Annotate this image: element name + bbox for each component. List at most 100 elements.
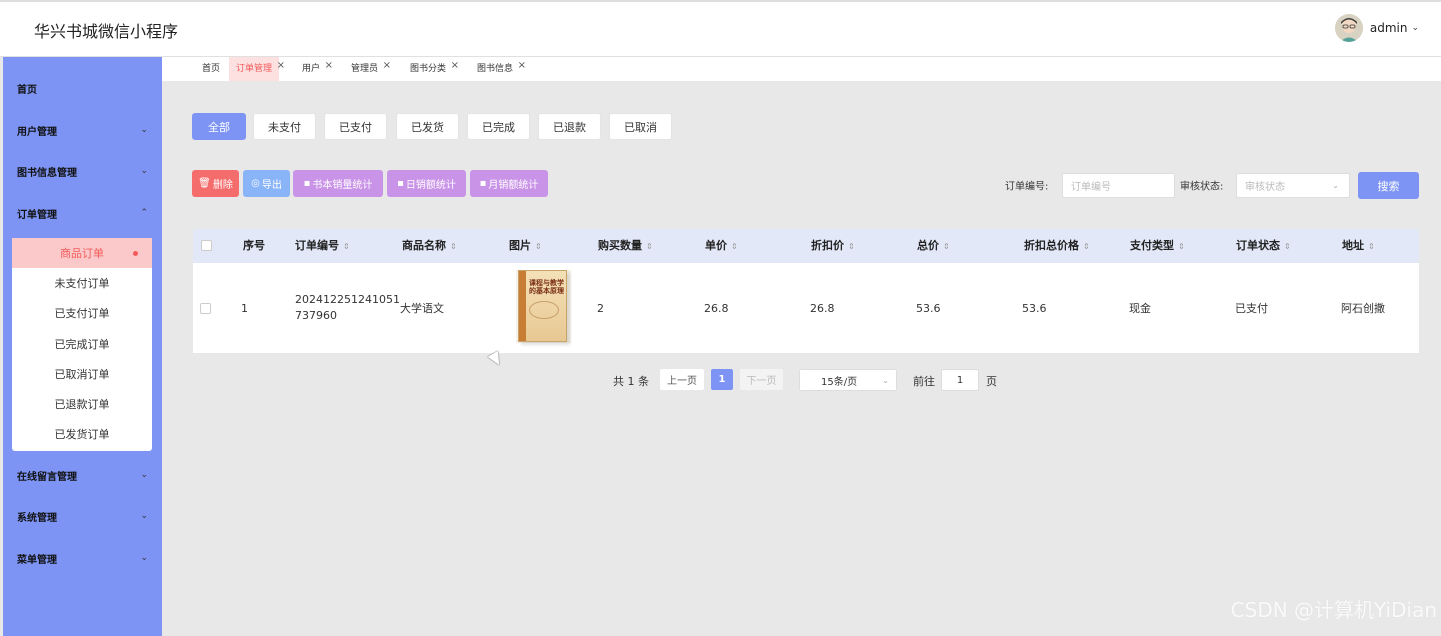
cell-product-name: 大学语文 bbox=[400, 302, 444, 315]
tab-book-info[interactable]: 图书信息 × bbox=[470, 57, 526, 81]
goto-page-input[interactable]: 1 bbox=[941, 369, 979, 391]
user-menu[interactable]: admin ⌄ bbox=[1334, 14, 1419, 42]
column-discount-price[interactable]: 折扣价 ⇕ bbox=[811, 229, 855, 263]
tab-order-management[interactable]: 订单管理 × bbox=[229, 57, 285, 81]
tab-bar: 首页 订单管理 × 用户 × 管理员 × 图书分类 × 图书信息 × bbox=[162, 57, 1441, 81]
bar-chart-icon: ▪ bbox=[303, 178, 311, 189]
sidebar: 首页 用户管理 ⌄ 图书信息管理 ⌄ 订单管理 ⌃ 商品订单 未支付订单 已支付订单 … bbox=[3, 57, 162, 636]
tab-users[interactable]: 用户 × bbox=[295, 57, 333, 81]
sort-icon[interactable]: ⇕ bbox=[343, 242, 350, 251]
order-submenu: 商品订单 未支付订单 已支付订单 已完成订单 已取消订单 已退款订单 已发货订单 bbox=[12, 238, 152, 451]
column-address[interactable]: 地址 ⇕ bbox=[1342, 229, 1375, 263]
order-number-label: 订单编号: bbox=[1005, 181, 1049, 193]
sort-icon[interactable]: ⇕ bbox=[450, 242, 457, 251]
username[interactable]: admin bbox=[1370, 21, 1408, 35]
sort-icon[interactable]: ⇕ bbox=[1083, 242, 1090, 251]
search-button[interactable]: 搜索 bbox=[1358, 172, 1419, 199]
book-sales-stats-button[interactable]: ▪ 书本销量统计 bbox=[293, 170, 383, 197]
status-filter-paid[interactable]: 已支付 bbox=[324, 113, 387, 140]
page-size-select[interactable]: 15条/页 ⌄ bbox=[799, 369, 897, 391]
page-unit-label: 页 bbox=[986, 375, 997, 388]
next-page-button[interactable]: 下一页 bbox=[740, 369, 783, 390]
column-payment-type[interactable]: 支付类型 ⇕ bbox=[1130, 229, 1185, 263]
column-quantity[interactable]: 购买数量 ⇕ bbox=[598, 229, 653, 263]
current-page-button[interactable]: 1 bbox=[711, 369, 733, 390]
cell-total: 53.6 bbox=[916, 302, 941, 315]
sidebar-item-users[interactable]: 用户管理 ⌄ bbox=[3, 116, 162, 144]
review-status-select[interactable]: 审核状态 ⌄ bbox=[1236, 173, 1350, 198]
watermark: CSDN @计算机YiDian bbox=[1230, 598, 1437, 622]
sidebar-item-home[interactable]: 首页 bbox=[3, 74, 162, 102]
chevron-up-icon: ⌃ bbox=[140, 208, 148, 218]
bar-chart-icon: ▪ bbox=[479, 178, 487, 189]
monthly-sales-stats-button[interactable]: ▪ 月销额统计 bbox=[470, 170, 548, 197]
prev-page-button[interactable]: 上一页 bbox=[660, 369, 704, 390]
bar-chart-icon: ▪ bbox=[397, 178, 404, 189]
delete-button[interactable]: 🗑 删除 bbox=[192, 170, 239, 197]
pagination-total: 共 1 条 bbox=[613, 375, 649, 388]
select-all-checkbox[interactable] bbox=[201, 240, 212, 251]
column-total[interactable]: 总价 ⇕ bbox=[917, 229, 950, 263]
chevron-down-icon: ⌄ bbox=[140, 125, 148, 135]
status-filter-refunded[interactable]: 已退款 bbox=[538, 113, 601, 140]
submenu-item-cancelled-orders[interactable]: 已取消订单 bbox=[12, 359, 152, 389]
status-filter-completed[interactable]: 已完成 bbox=[467, 113, 530, 140]
goto-label: 前往 bbox=[913, 375, 935, 388]
submenu-item-paid-orders[interactable]: 已支付订单 bbox=[12, 298, 152, 328]
close-icon[interactable]: × bbox=[518, 54, 526, 78]
daily-sales-stats-button[interactable]: ▪ 日销额统计 bbox=[387, 170, 466, 197]
close-icon[interactable]: × bbox=[325, 54, 333, 78]
row-checkbox[interactable] bbox=[200, 303, 211, 314]
status-filter-all[interactable]: 全部 bbox=[192, 113, 246, 140]
status-filter-cancelled[interactable]: 已取消 bbox=[609, 113, 672, 140]
column-order-number[interactable]: 订单编号 ⇕ bbox=[295, 229, 350, 263]
sort-icon[interactable]: ⇕ bbox=[1178, 242, 1185, 251]
tab-book-category[interactable]: 图书分类 × bbox=[403, 57, 459, 81]
submenu-item-product-orders[interactable]: 商品订单 bbox=[12, 238, 152, 269]
order-number-input[interactable]: 订单编号 bbox=[1062, 173, 1175, 198]
sidebar-item-system[interactable]: 系统管理 ⌄ bbox=[3, 502, 162, 530]
sidebar-item-orders[interactable]: 订单管理 ⌃ bbox=[3, 199, 162, 227]
top-header: 华兴书城微信小程序 admin ⌄ bbox=[0, 0, 1441, 56]
export-button[interactable]: ◎ 导出 bbox=[243, 170, 290, 197]
column-product-name[interactable]: 商品名称 ⇕ bbox=[402, 229, 457, 263]
tab-home[interactable]: 首页 bbox=[195, 57, 227, 81]
chevron-down-icon: ⌄ bbox=[140, 553, 148, 563]
tab-admin[interactable]: 管理员 × bbox=[344, 57, 391, 81]
sidebar-item-menu[interactable]: 菜单管理 ⌄ bbox=[3, 544, 162, 572]
book-cover-image[interactable]: 课程与教学 的基本原理 bbox=[516, 270, 571, 343]
sidebar-item-messages[interactable]: 在线留言管理 ⌄ bbox=[3, 461, 162, 489]
sort-icon[interactable]: ⇕ bbox=[535, 242, 542, 251]
sort-icon[interactable]: ⇕ bbox=[646, 242, 653, 251]
avatar[interactable] bbox=[1334, 14, 1363, 42]
submenu-item-shipped-orders[interactable]: 已发货订单 bbox=[12, 419, 152, 449]
sort-icon[interactable]: ⇕ bbox=[1284, 242, 1291, 251]
export-icon: ◎ bbox=[251, 178, 260, 189]
submenu-item-unpaid-orders[interactable]: 未支付订单 bbox=[12, 268, 152, 298]
sort-icon[interactable]: ⇕ bbox=[848, 242, 855, 251]
submenu-item-refunded-orders[interactable]: 已退款订单 bbox=[12, 389, 152, 419]
column-image[interactable]: 图片 ⇕ bbox=[509, 229, 542, 263]
close-icon[interactable]: × bbox=[383, 54, 391, 78]
mouse-cursor-icon bbox=[487, 350, 505, 369]
trash-icon: 🗑 bbox=[198, 178, 211, 189]
column-unit-price[interactable]: 单价 ⇕ bbox=[705, 229, 738, 263]
close-icon[interactable]: × bbox=[451, 54, 459, 78]
column-order-status[interactable]: 订单状态 ⇕ bbox=[1236, 229, 1291, 263]
close-icon[interactable]: × bbox=[277, 54, 285, 78]
sort-icon[interactable]: ⇕ bbox=[731, 242, 738, 251]
chevron-down-icon: ⌄ bbox=[1332, 181, 1339, 190]
column-discount-total[interactable]: 折扣总价格 ⇕ bbox=[1024, 229, 1090, 263]
review-status-label: 审核状态: bbox=[1180, 181, 1224, 193]
submenu-item-completed-orders[interactable]: 已完成订单 bbox=[12, 329, 152, 359]
sort-icon[interactable]: ⇕ bbox=[1368, 242, 1375, 251]
sort-icon[interactable]: ⇕ bbox=[943, 242, 950, 251]
status-filter-shipped[interactable]: 已发货 bbox=[396, 113, 459, 140]
cell-order-number: 202412251241051 737960 bbox=[295, 293, 400, 322]
sidebar-item-book-info[interactable]: 图书信息管理 ⌄ bbox=[3, 157, 162, 185]
active-dot-icon bbox=[133, 250, 138, 256]
cell-unit-price: 26.8 bbox=[704, 302, 729, 315]
cell-address: 阿石创撒 bbox=[1341, 302, 1385, 315]
status-filter-unpaid[interactable]: 未支付 bbox=[253, 113, 316, 140]
chevron-down-icon[interactable]: ⌄ bbox=[1411, 23, 1419, 33]
